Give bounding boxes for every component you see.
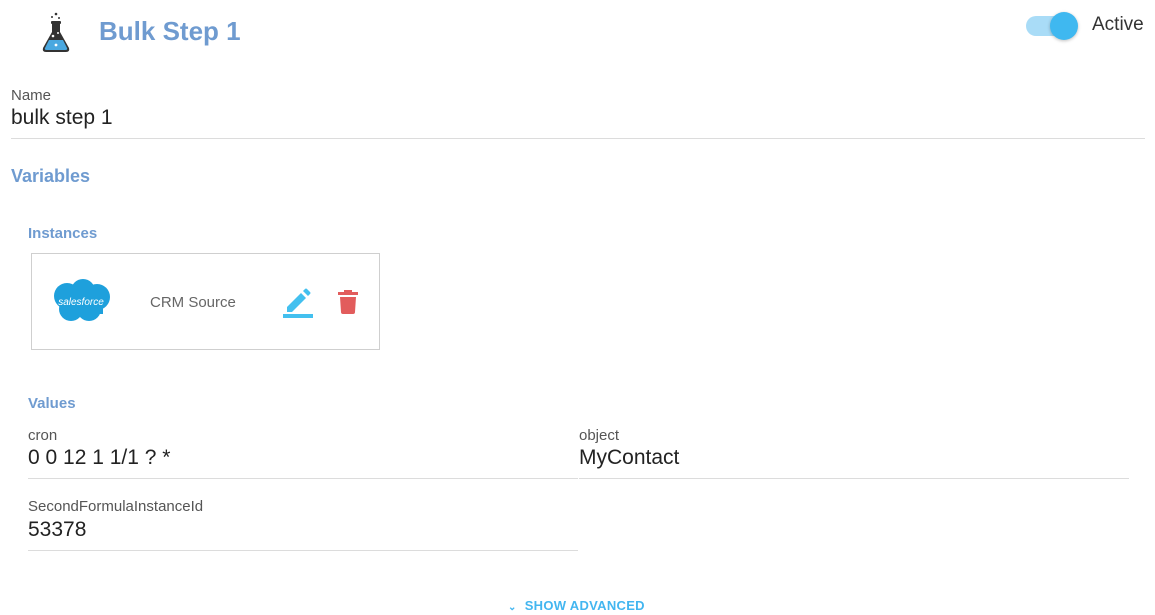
flask-icon bbox=[42, 12, 70, 52]
salesforce-logo: salesforce bbox=[54, 279, 110, 321]
trash-icon[interactable] bbox=[337, 290, 359, 314]
toggle-knob bbox=[1050, 12, 1078, 40]
second-formula-label: SecondFormulaInstanceId bbox=[28, 498, 204, 515]
instance-card[interactable]: salesforce CRM Source bbox=[31, 253, 380, 350]
show-advanced-label: SHOW ADVANCED bbox=[524, 598, 645, 613]
active-label: Active bbox=[1092, 14, 1144, 35]
pencil-icon[interactable] bbox=[281, 285, 315, 319]
page-title: Bulk Step 1 bbox=[99, 16, 241, 46]
name-label: Name bbox=[11, 87, 52, 104]
name-field[interactable]: bulk step 1 bbox=[11, 106, 1145, 139]
instances-heading: Instances bbox=[28, 225, 98, 242]
instance-name: CRM Source bbox=[150, 294, 236, 311]
variables-heading: Variables bbox=[11, 166, 91, 186]
step-editor-page: Bulk Step 1 Active Name bulk step 1 Vari… bbox=[0, 0, 1155, 615]
chevron-down-icon: ⌄ bbox=[508, 602, 517, 613]
object-label: object bbox=[579, 427, 620, 444]
active-toggle[interactable] bbox=[1026, 12, 1078, 40]
cron-label: cron bbox=[28, 427, 58, 444]
svg-text:salesforce: salesforce bbox=[58, 297, 104, 308]
object-field[interactable]: MyContact bbox=[579, 446, 1129, 479]
show-advanced-button[interactable]: ⌄ SHOW ADVANCED bbox=[508, 598, 645, 613]
values-heading: Values bbox=[28, 395, 76, 412]
second-formula-field[interactable]: 53378 bbox=[28, 518, 578, 551]
cron-field[interactable]: 0 0 12 1 1/1 ? * bbox=[28, 446, 578, 479]
